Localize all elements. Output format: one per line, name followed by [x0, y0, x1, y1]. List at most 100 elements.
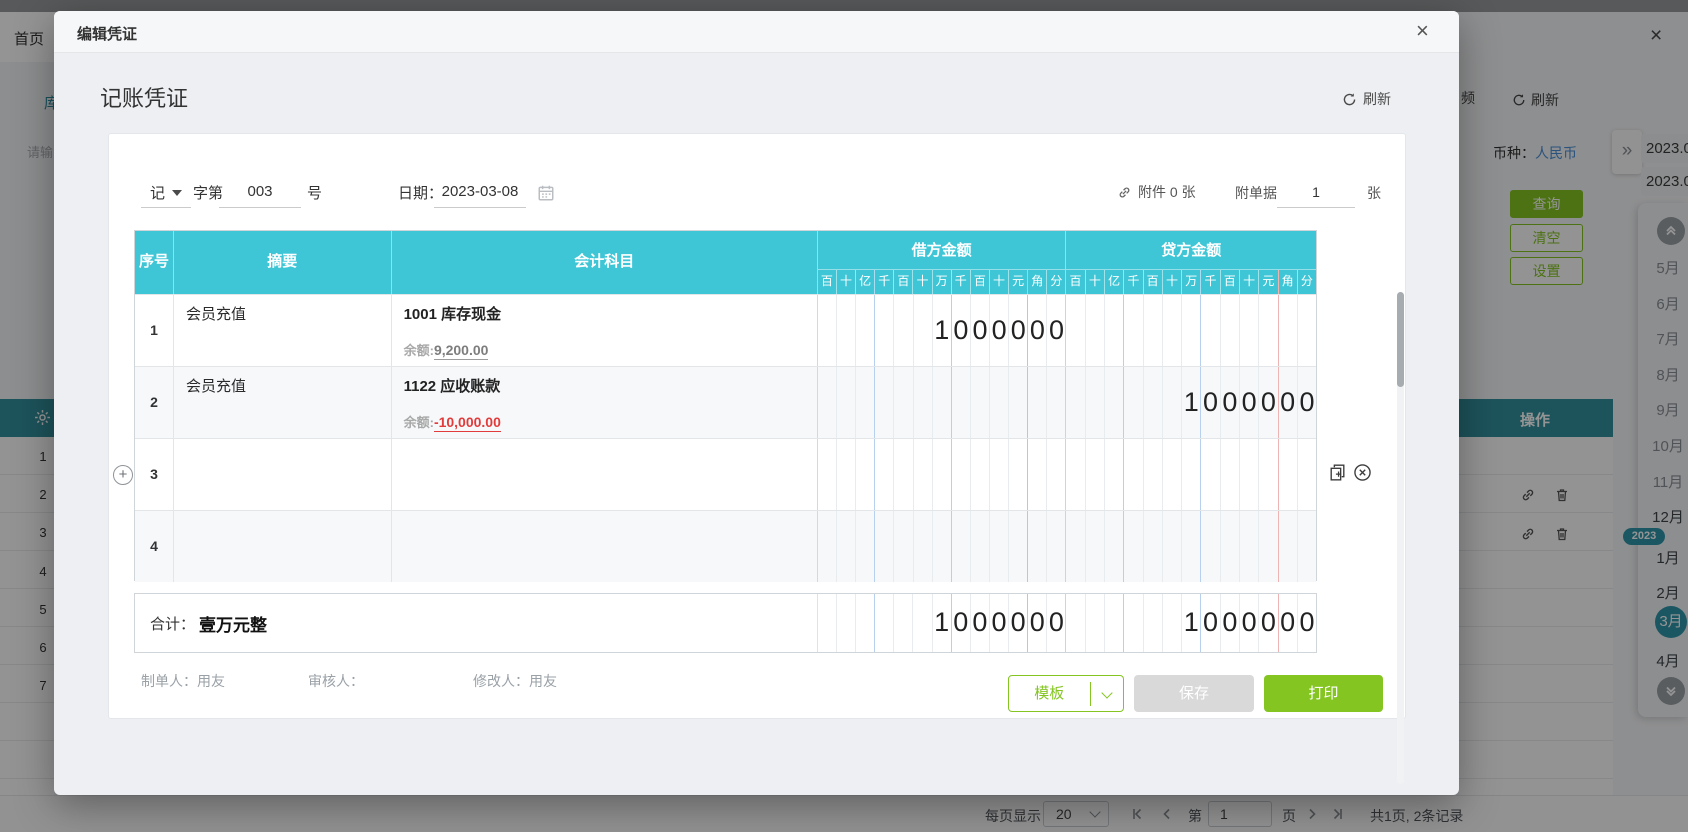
remove-row-icon[interactable]	[1352, 462, 1373, 483]
subject-cell[interactable]: 1122 应收账款 余额:-10,000.00	[392, 367, 818, 438]
digit-cell	[952, 439, 971, 510]
save-button[interactable]: 保存	[1134, 675, 1254, 712]
summary-cell[interactable]: 会员充值	[174, 295, 392, 366]
summary-cell[interactable]: 会员充值	[174, 367, 392, 438]
digit-cell	[1182, 295, 1202, 366]
digit-cell	[875, 594, 895, 652]
digit-cell	[1066, 594, 1086, 652]
debit-amount-cell[interactable]	[818, 439, 1067, 510]
debit-amount-cell[interactable]	[818, 367, 1067, 438]
calendar-icon[interactable]	[537, 184, 555, 202]
digit-unit: 千	[1124, 270, 1144, 294]
date-input[interactable]: 2023-03-08	[434, 178, 526, 208]
credit-amount-cell[interactable]	[1066, 511, 1316, 582]
credit-amount-cell[interactable]	[1066, 439, 1316, 510]
modal-title: 编辑凭证	[77, 26, 138, 43]
digit-cell	[856, 511, 876, 582]
digit-cell	[1124, 295, 1144, 366]
digit-cell	[837, 594, 857, 652]
digit-cell	[1163, 511, 1183, 582]
digit-cell: 0	[1259, 367, 1279, 438]
digit-cell	[990, 511, 1010, 582]
digit-cell	[990, 439, 1010, 510]
digit-cell	[894, 367, 914, 438]
debit-amount-cell[interactable]: 1000000	[818, 295, 1067, 366]
digit-cell	[1240, 511, 1260, 582]
digit-cell	[1066, 511, 1086, 582]
balance-line: 余额:9,200.00	[403, 342, 489, 360]
digit-cell	[1240, 439, 1260, 510]
digit-cell: 1	[1182, 367, 1202, 438]
digit-cell	[875, 511, 895, 582]
debit-amount-cell[interactable]	[818, 511, 1067, 582]
digit-cell	[1221, 511, 1240, 582]
copy-row-icon[interactable]	[1327, 462, 1348, 483]
digit-cell	[971, 511, 991, 582]
digit-cell	[914, 295, 933, 366]
credit-amount-cell[interactable]	[1066, 295, 1316, 366]
digit-cell	[914, 511, 933, 582]
digit-cell	[894, 295, 914, 366]
digit-cell	[933, 367, 952, 438]
voucher-number-input[interactable]: 003	[219, 178, 301, 208]
digit-cell	[1240, 295, 1260, 366]
digit-cell: 0	[1279, 367, 1298, 438]
summary-cell[interactable]	[174, 439, 392, 510]
digit-cell: 0	[1279, 594, 1298, 652]
credit-amount-cell[interactable]: 1000000	[1066, 367, 1316, 438]
digit-cell	[1066, 295, 1086, 366]
digit-cell: 0	[1009, 295, 1029, 366]
subject-cell[interactable]: 1001 库存现金 余额:9,200.00	[392, 295, 818, 366]
voucher-title: 记账凭证	[100, 86, 189, 111]
print-button[interactable]: 打印	[1264, 675, 1383, 712]
digit-unit: 百	[1144, 270, 1163, 294]
modal-header	[54, 11, 1459, 53]
digit-cell	[1163, 367, 1183, 438]
subject-cell[interactable]	[392, 511, 818, 582]
digit-cell: 1	[1182, 594, 1202, 652]
digit-cell: 0	[952, 295, 971, 366]
refresh-button[interactable]: 刷新	[1342, 89, 1391, 109]
digit-cell	[856, 367, 876, 438]
chevron-down-icon[interactable]	[1091, 686, 1123, 699]
digit-cell: 0	[1240, 367, 1260, 438]
digit-cell	[856, 594, 876, 652]
total-label-cell: 合计： 壹万元整	[135, 594, 818, 652]
digit-unit: 十	[990, 270, 1010, 294]
caret-down-icon	[172, 189, 182, 196]
voucher-word-select[interactable]: 记	[141, 178, 191, 208]
digit-cell: 0	[1201, 367, 1221, 438]
digit-cell	[1009, 439, 1029, 510]
digit-cell	[894, 439, 914, 510]
digit-cell	[1028, 439, 1048, 510]
digit-cell	[1105, 511, 1125, 582]
close-icon[interactable]: ×	[1416, 18, 1429, 44]
voucher-row: 2 会员充值 1122 应收账款 余额:-10,000.00 1000000	[135, 366, 1316, 438]
add-row-button[interactable]: +	[113, 465, 133, 485]
digit-unit: 百	[1066, 270, 1086, 294]
credit-digit-units: 百十亿千百十万千百十元角分	[1066, 270, 1316, 294]
subject-cell[interactable]	[392, 439, 818, 510]
digit-cell	[1105, 439, 1125, 510]
header-summary: 摘要	[174, 231, 392, 294]
digit-cell	[914, 439, 933, 510]
digit-cell	[1144, 367, 1163, 438]
digit-cell: 0	[1048, 607, 1064, 637]
digit-unit: 万	[933, 270, 952, 294]
summary-cell[interactable]	[174, 511, 392, 582]
digit-cell: 0	[990, 295, 1010, 366]
digit-cell	[1182, 439, 1202, 510]
digit-cell	[914, 367, 933, 438]
docs-count-input[interactable]: 1	[1277, 178, 1355, 208]
digit-unit: 百	[818, 270, 837, 294]
balance-line: 余额:-10,000.00	[403, 414, 501, 432]
scrollbar-thumb[interactable]	[1397, 292, 1404, 387]
template-button[interactable]: 模板	[1008, 675, 1124, 712]
header-seq: 序号	[135, 231, 174, 294]
digit-cell	[1221, 295, 1240, 366]
digit-cell	[837, 439, 857, 510]
digit-cell	[1144, 511, 1163, 582]
digit-unit: 千	[1201, 270, 1221, 294]
attachment-link[interactable]: 附件 0 张	[1117, 182, 1196, 202]
debit-digit-units: 百十亿千百十万千百十元角分	[818, 270, 1066, 294]
